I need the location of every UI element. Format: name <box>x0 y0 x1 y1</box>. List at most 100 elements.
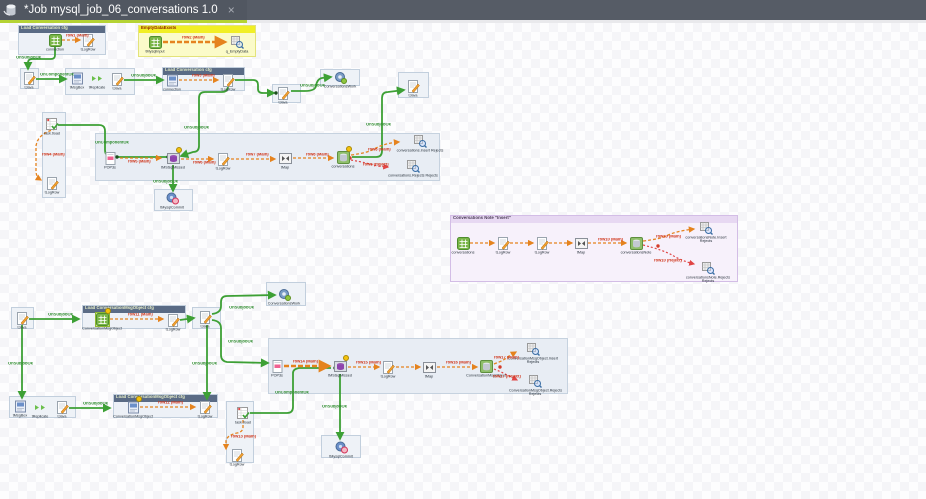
component-connection[interactable] <box>166 74 179 87</box>
component-conversations-insert-rejects[interactable] <box>414 135 427 148</box>
magnifier-icon <box>407 160 420 173</box>
file-blue-icon <box>71 72 84 85</box>
component-tlogrow[interactable] <box>167 314 180 327</box>
component-tjava[interactable] <box>199 311 212 324</box>
file-edit-icon <box>231 449 244 462</box>
warning-icon <box>176 147 182 153</box>
component-treplicate[interactable] <box>34 401 47 414</box>
component-conversationmsgobject[interactable] <box>127 401 140 414</box>
component-pop3s[interactable] <box>271 360 284 373</box>
component-tmysqlcommit[interactable] <box>166 192 179 205</box>
component-tmsgbox[interactable] <box>14 400 27 413</box>
file-edit-icon <box>497 237 510 250</box>
file-blue-icon <box>14 400 27 413</box>
component-tmssqlmissed[interactable] <box>167 152 180 165</box>
subjob-box[interactable] <box>95 133 440 181</box>
component-tjava[interactable] <box>23 72 36 85</box>
component-conversationmsgobject[interactable] <box>480 360 493 373</box>
tmap-icon <box>279 152 292 165</box>
subjob-box[interactable] <box>268 338 568 394</box>
file-blue-icon <box>127 401 140 414</box>
component-tlogrow[interactable] <box>46 177 59 190</box>
component-tmysqlinput[interactable] <box>149 36 162 49</box>
component-tjava[interactable] <box>111 73 124 86</box>
arrows-green-icon <box>34 401 47 414</box>
file-edit-icon <box>16 312 29 325</box>
component-tlogrow[interactable] <box>82 34 95 47</box>
component-tlogrow[interactable] <box>382 361 395 374</box>
grid-green-icon <box>457 237 470 250</box>
magnifier-icon <box>527 343 540 356</box>
subjob-box-header: Conversations Note "Insert" <box>451 216 737 223</box>
component-conversations[interactable] <box>457 237 470 250</box>
tasks-icon <box>46 118 59 131</box>
component-tmsgbox[interactable] <box>71 72 84 85</box>
file-edit-icon <box>199 401 212 414</box>
job-icon <box>3 2 19 18</box>
pink-doc-icon <box>271 360 284 373</box>
grid-green-icon <box>149 36 162 49</box>
editor-tab-bar: *Job mysql_job_06_conversations 1.0 × <box>0 0 926 20</box>
component-tlogrow[interactable] <box>497 237 510 250</box>
component-tmap[interactable] <box>423 361 436 374</box>
warning-icon <box>343 355 349 361</box>
component-connection[interactable] <box>49 34 62 47</box>
component-tlogrow[interactable] <box>199 401 212 414</box>
component-conversationswork[interactable] <box>334 71 347 84</box>
subjob-box-header: Load Conversation cfg <box>19 26 105 33</box>
grid-green-icon <box>49 34 62 47</box>
trigger-label: OnSubjobOk <box>192 362 217 366</box>
component-conversationsnote-insert-rejects[interactable] <box>700 222 713 235</box>
component-tmssqlmissed[interactable] <box>334 360 347 373</box>
component-tlogrow[interactable] <box>217 153 230 166</box>
gear-icon <box>334 71 347 84</box>
component-tmap[interactable] <box>575 237 588 250</box>
component-pop3s[interactable] <box>104 152 117 165</box>
commit-icon <box>335 441 348 454</box>
subjob-box[interactable]: Conversations Note "Insert" <box>450 215 738 282</box>
trigger-label: OnSubjobOk <box>16 56 41 60</box>
green-db-icon <box>337 151 350 164</box>
component-conversations-rejects-rejects[interactable] <box>407 160 420 173</box>
component-conversationsnote[interactable] <box>630 237 643 250</box>
component-treplicate[interactable] <box>91 72 104 85</box>
component-conversationsnote-rejects-rejects[interactable] <box>702 262 715 275</box>
file-edit-icon <box>111 73 124 86</box>
file-edit-icon <box>407 80 420 93</box>
component-task-tload[interactable] <box>46 118 59 131</box>
component-tlogrow[interactable] <box>536 237 549 250</box>
purple-db-icon <box>334 360 347 373</box>
trigger-label: OnSubjobOk <box>322 405 347 409</box>
component-tjava[interactable] <box>277 87 290 100</box>
trigger-label: OnSubjobOk <box>184 126 209 130</box>
component-conversationmsgobject-rejects-rejects[interactable] <box>529 375 542 388</box>
trigger-label: OnSubjobOk <box>228 340 253 344</box>
file-edit-icon <box>46 177 59 190</box>
component-tlogrow[interactable] <box>231 449 244 462</box>
arrows-green-icon <box>91 72 104 85</box>
component-q-emptydata[interactable] <box>231 36 244 49</box>
magnifier-icon <box>231 36 244 49</box>
commit-icon <box>166 192 179 205</box>
purple-db-icon <box>167 152 180 165</box>
magnifier-icon <box>529 375 542 388</box>
job-design-canvas[interactable]: Load Conversation cfgEmptyDataExistsLoad… <box>0 23 926 499</box>
component-tjava[interactable] <box>407 80 420 93</box>
component-conversations[interactable] <box>337 151 350 164</box>
trigger-label: OnSubjobOk <box>83 402 108 406</box>
component-conversationmsgobject[interactable] <box>96 313 109 326</box>
file-edit-icon <box>382 361 395 374</box>
file-edit-icon <box>23 72 36 85</box>
tab-close-icon[interactable]: × <box>228 3 235 17</box>
component-conversationmsgobject-insert-rejects[interactable] <box>527 343 540 356</box>
component-tmap[interactable] <box>279 152 292 165</box>
tab-job-mysql-job-06-conversations[interactable]: *Job mysql_job_06_conversations 1.0 × <box>0 0 247 20</box>
component-tmysqlcommit[interactable] <box>335 441 348 454</box>
component-task-tload[interactable] <box>237 407 250 420</box>
file-edit-icon <box>277 87 290 100</box>
component-tjava[interactable] <box>16 312 29 325</box>
component-tlogrow[interactable] <box>222 74 235 87</box>
component-conversationswork[interactable] <box>278 288 291 301</box>
component-tjava[interactable] <box>56 401 69 414</box>
green-db-icon <box>630 237 643 250</box>
